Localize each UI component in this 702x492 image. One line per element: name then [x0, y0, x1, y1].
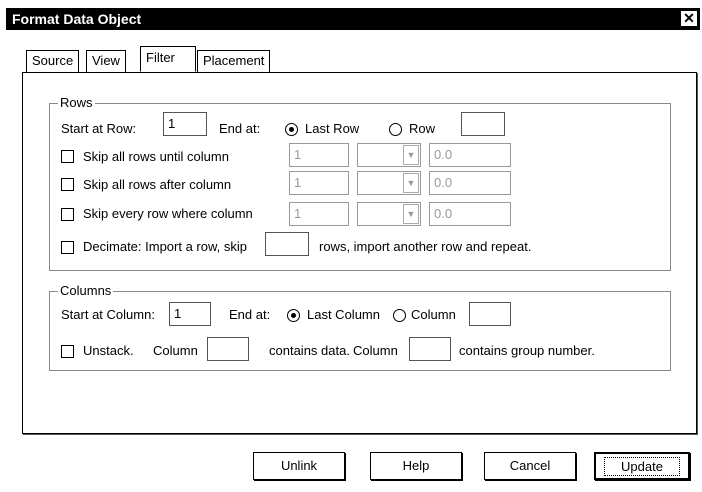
- skip-where-operator-select[interactable]: ▼: [357, 202, 421, 226]
- tab-view[interactable]: View: [86, 50, 126, 72]
- skip-until-label[interactable]: Skip all rows until column: [83, 149, 229, 165]
- unstack-column-word: Column: [153, 343, 198, 358]
- skip-until-operator-select[interactable]: ▼: [357, 143, 421, 167]
- last-column-radio[interactable]: [287, 309, 300, 322]
- window-title: Format Data Object: [12, 11, 142, 27]
- tab-source[interactable]: Source: [26, 50, 80, 72]
- help-button[interactable]: Help: [370, 452, 462, 480]
- close-button[interactable]: ✕: [680, 10, 698, 27]
- last-row-radio[interactable]: [285, 123, 298, 136]
- tab-placement[interactable]: Placement: [197, 50, 271, 72]
- group-column-word: Column: [353, 343, 398, 358]
- decimate-input[interactable]: [265, 232, 309, 256]
- contains-group-label: contains group number.: [459, 343, 595, 358]
- help-label: Help: [402, 458, 430, 473]
- start-at-row-label: Start at Row:: [61, 121, 137, 136]
- skip-after-column-input[interactable]: 1: [289, 171, 349, 195]
- end-at-label: End at:: [219, 121, 261, 136]
- skip-where-value-input[interactable]: 0.0: [429, 202, 511, 226]
- tab-filter[interactable]: Filter: [140, 46, 196, 72]
- columns-group: Columns: [49, 284, 671, 371]
- update-button[interactable]: Update: [594, 452, 690, 480]
- unlink-button[interactable]: Unlink: [253, 452, 345, 480]
- chevron-down-icon: ▼: [403, 173, 419, 193]
- row-input[interactable]: [461, 112, 505, 136]
- chevron-down-icon: ▼: [403, 204, 419, 224]
- decimate-label[interactable]: Decimate: Import a row, skip: [83, 239, 247, 255]
- unstack-label[interactable]: Unstack.: [83, 343, 134, 359]
- rows-legend: Rows: [58, 95, 95, 110]
- skip-where-label[interactable]: Skip every row where column: [83, 206, 253, 222]
- start-at-column-label: Start at Column:: [61, 307, 155, 322]
- decimate-suffix-label: rows, import another row and repeat.: [319, 239, 532, 254]
- skip-until-column-input[interactable]: 1: [289, 143, 349, 167]
- column-radio[interactable]: [393, 309, 406, 322]
- filter-panel: Rows Start at Row: 1 End at: Last Row Ro…: [22, 72, 697, 434]
- skip-after-operator-select[interactable]: ▼: [357, 171, 421, 195]
- unstack-checkbox[interactable]: [61, 345, 74, 358]
- skip-after-label[interactable]: Skip all rows after column: [83, 177, 231, 193]
- start-at-column-input[interactable]: 1: [169, 302, 211, 326]
- last-column-label[interactable]: Last Column: [307, 307, 380, 323]
- decimate-checkbox[interactable]: [61, 241, 74, 254]
- cancel-button[interactable]: Cancel: [484, 452, 576, 480]
- chevron-down-icon: ▼: [403, 145, 419, 165]
- column-input[interactable]: [469, 302, 511, 326]
- skip-after-checkbox[interactable]: [61, 178, 74, 191]
- skip-until-checkbox[interactable]: [61, 150, 74, 163]
- row-label[interactable]: Row: [409, 121, 435, 137]
- update-label: Update: [604, 457, 680, 476]
- start-at-row-input[interactable]: 1: [163, 112, 207, 136]
- skip-where-column-input[interactable]: 1: [289, 202, 349, 226]
- data-column-input[interactable]: [207, 337, 249, 361]
- title-bar: Format Data Object ✕: [6, 8, 700, 30]
- last-row-label[interactable]: Last Row: [305, 121, 359, 137]
- skip-after-value-input[interactable]: 0.0: [429, 171, 511, 195]
- columns-legend: Columns: [58, 283, 114, 298]
- row-radio[interactable]: [389, 123, 402, 136]
- columns-end-at-label: End at:: [229, 307, 271, 322]
- contains-data-label: contains data.: [269, 343, 350, 358]
- skip-where-checkbox[interactable]: [61, 208, 74, 221]
- skip-until-value-input[interactable]: 0.0: [429, 143, 511, 167]
- cancel-label: Cancel: [509, 458, 551, 473]
- group-column-input[interactable]: [409, 337, 451, 361]
- unlink-label: Unlink: [280, 458, 318, 473]
- column-label[interactable]: Column: [411, 307, 456, 323]
